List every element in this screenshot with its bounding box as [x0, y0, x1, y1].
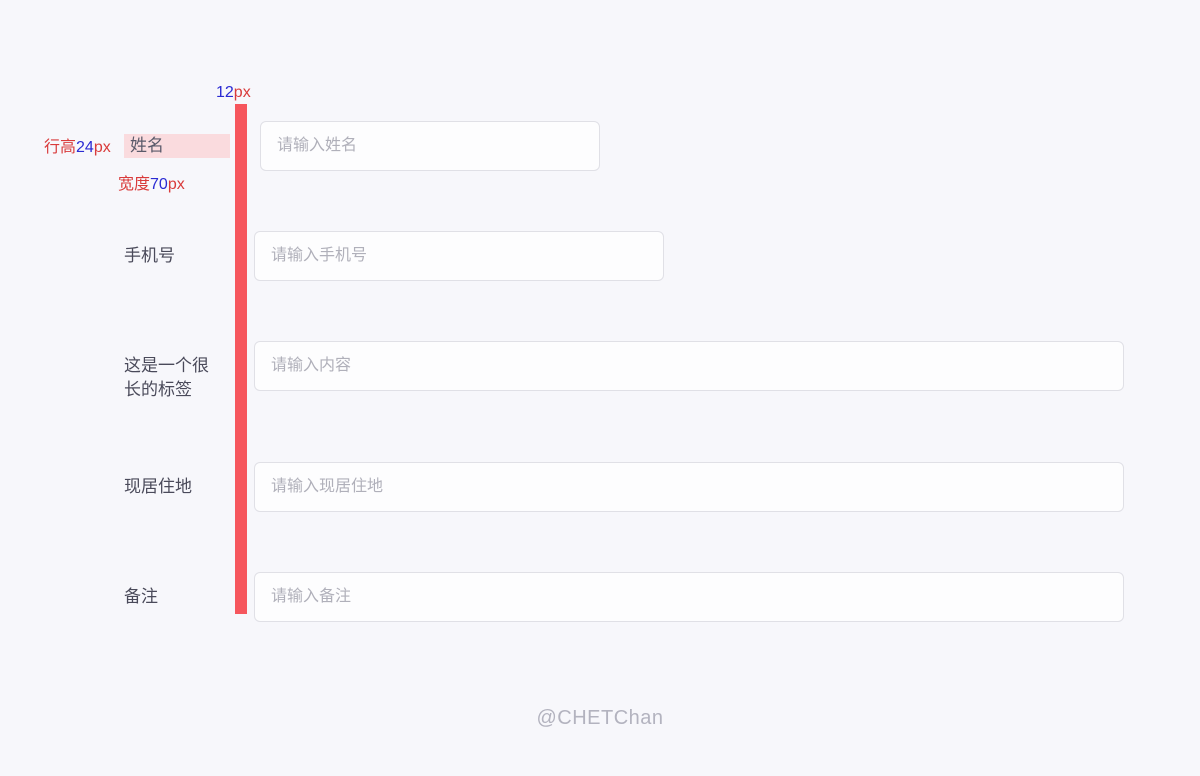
label-remark: 备注	[124, 572, 224, 609]
address-input[interactable]	[254, 462, 1124, 512]
gap-annotation: 12px	[216, 84, 251, 102]
width-value: 70	[150, 176, 168, 193]
phone-input[interactable]	[254, 231, 664, 281]
lineheight-value: 24	[76, 139, 94, 156]
input-wrap-name	[260, 121, 600, 171]
lineheight-annotation: 行高24px	[44, 133, 111, 157]
label-name: 姓名	[124, 134, 230, 158]
watermark: @CHETChan	[536, 707, 663, 730]
width-unit: px	[168, 176, 185, 193]
name-input[interactable]	[260, 121, 600, 171]
lineheight-prefix: 行高	[44, 139, 76, 156]
input-wrap-phone	[254, 231, 664, 281]
form-container: 12px 行高24px 宽度70px 姓名 手机号 这是一个很长的标签 现居住地	[124, 88, 1134, 682]
label-address: 现居住地	[124, 462, 224, 499]
form-row-longlabel: 这是一个很长的标签	[124, 341, 1134, 402]
width-prefix: 宽度	[118, 176, 150, 193]
input-wrap-long	[254, 341, 1124, 391]
gap-unit: px	[234, 84, 251, 101]
form-row-remark: 备注	[124, 572, 1134, 622]
gap-value: 12	[216, 84, 234, 101]
label-phone: 手机号	[124, 231, 224, 268]
label-long: 这是一个很长的标签	[124, 341, 224, 402]
input-wrap-address	[254, 462, 1124, 512]
input-wrap-remark	[254, 572, 1124, 622]
content-input[interactable]	[254, 341, 1124, 391]
form-row-phone: 手机号	[124, 231, 1134, 281]
form-row-name: 姓名	[124, 121, 1134, 171]
form-row-address: 现居住地	[124, 462, 1134, 512]
width-annotation: 宽度70px	[118, 170, 185, 194]
remark-input[interactable]	[254, 572, 1124, 622]
lineheight-unit: px	[94, 139, 111, 156]
